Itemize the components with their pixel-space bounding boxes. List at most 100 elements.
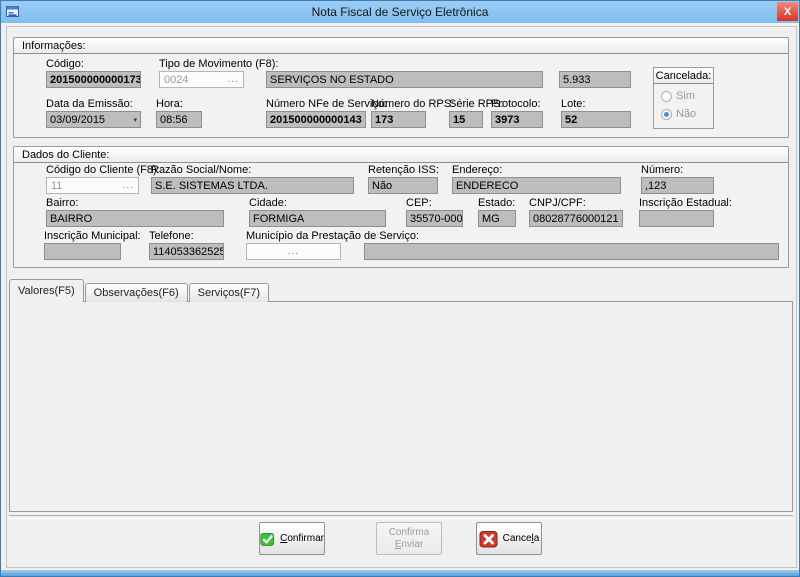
confirmar-button[interactable]: Confirmar <box>259 522 325 555</box>
hora-field-group: Hora: 08:56 <box>156 98 202 128</box>
protocolo-label: Protocolo: <box>491 98 543 110</box>
data-emissao-label: Data da Emissão: <box>46 98 141 110</box>
municipio-prestacao-desc-field <box>364 243 779 260</box>
estado-field-group: Estado: MG <box>478 197 516 227</box>
tipo-movimento-desc-field: SERVIÇOS NO ESTADO <box>266 71 543 88</box>
inscricao-estadual-field <box>639 210 714 227</box>
radio-sim-icon[interactable] <box>661 91 672 102</box>
cnpj-field: 08028776000121 <box>529 210 623 227</box>
codigo-cliente-field-group: Código do Cliente (F8): 11 ... <box>46 164 139 194</box>
check-icon <box>260 529 276 549</box>
nfe-label: Número NFe de Serviço: <box>266 98 366 110</box>
inscricao-municipal-field-group: Inscrição Municipal: <box>44 230 121 260</box>
footer-divider <box>9 515 793 519</box>
cidade-label: Cidade: <box>249 197 386 209</box>
cancela-label: Cancela <box>503 533 540 544</box>
confirmar-label: Confirmar <box>280 533 324 544</box>
endereco-field-group: Endereço: ENDERECO <box>452 164 621 194</box>
estado-field: MG <box>478 210 516 227</box>
cep-field: 35570-000 <box>406 210 463 227</box>
bairro-field-group: Bairro: BAIRRO <box>46 197 224 227</box>
inscricao-estadual-label: Inscrição Estadual: <box>639 197 714 209</box>
serie-rps-field-group: Série RPS: 15 <box>449 98 483 128</box>
radio-nao-icon[interactable] <box>661 109 672 120</box>
endereco-label: Endereço: <box>452 164 621 176</box>
tab-servicos[interactable]: Serviços(F7) <box>189 283 269 302</box>
confirma-enviar-button[interactable]: Confirma Enviar <box>376 522 442 555</box>
numero-label: Número: <box>641 164 714 176</box>
nfe-field: 201500000000143 <box>266 111 366 128</box>
codigo-cliente-lookup[interactable]: 11 ... <box>46 177 139 194</box>
cancelada-title: Cancelada: <box>654 68 713 84</box>
estado-label: Estado: <box>478 197 516 209</box>
window-title: Nota Fiscal de Serviço Eletrônica <box>312 5 489 19</box>
chevron-down-icon[interactable]: ▾ <box>133 116 137 124</box>
tipo-movimento-lookup[interactable]: 0024 ... <box>159 71 244 88</box>
valores-tab-panel <box>9 301 793 512</box>
app-icon <box>6 5 20 19</box>
telefone-field: 114053362525 <box>149 243 224 260</box>
informacoes-title: Informações: <box>14 38 788 54</box>
serie-rps-field: 15 <box>449 111 483 128</box>
cep-field-group: CEP: 35570-000 <box>406 197 463 227</box>
endereco-field: ENDERECO <box>452 177 621 194</box>
cancelada-group: Cancelada: Sim Não <box>653 67 714 129</box>
extra-value-group: 5.933 <box>559 71 631 88</box>
codigo-cliente-label: Código do Cliente (F8): <box>46 164 139 176</box>
rps-field: 173 <box>371 111 426 128</box>
ellipsis-icon[interactable]: ... <box>123 181 134 191</box>
tipo-movimento-field-group: Tipo de Movimento (F8): 0024 ... <box>159 58 244 88</box>
retencao-iss-label: Retenção ISS: <box>368 164 438 176</box>
extra-value-field: 5.933 <box>559 71 631 88</box>
codigo-label: Código: <box>46 58 141 70</box>
numero-field: ,123 <box>641 177 714 194</box>
bairro-label: Bairro: <box>46 197 224 209</box>
cep-label: CEP: <box>406 197 463 209</box>
telefone-field-group: Telefone: 114053362525 <box>149 230 224 260</box>
numero-field-group: Número: ,123 <box>641 164 714 194</box>
tab-bar: Valores(F5) Observações(F6) Serviços(F7) <box>9 279 270 302</box>
razao-social-field-group: Razão Social/Nome: S.E. SISTEMAS LTDA. <box>151 164 354 194</box>
inscricao-municipal-field <box>44 243 121 260</box>
rps-label: Número do RPS: <box>371 98 426 110</box>
radio-nao[interactable]: Não <box>661 108 713 120</box>
radio-nao-label: Não <box>676 108 696 120</box>
codigo-cliente-value: 11 <box>51 180 62 192</box>
retencao-iss-field: Não <box>368 177 438 194</box>
data-emissao-field-group: Data da Emissão: 03/09/2015 ▾ <box>46 98 141 128</box>
protocolo-field: 3973 <box>491 111 543 128</box>
razao-social-field: S.E. SISTEMAS LTDA. <box>151 177 354 194</box>
ellipsis-icon[interactable]: ... <box>288 247 299 257</box>
radio-sim[interactable]: Sim <box>661 90 713 102</box>
tab-observacoes[interactable]: Observações(F6) <box>85 283 188 302</box>
tipo-movimento-value: 0024 <box>164 74 188 86</box>
protocolo-field-group: Protocolo: 3973 <box>491 98 543 128</box>
codigo-field: 201500000000173 <box>46 71 141 88</box>
inscricao-estadual-field-group: Inscrição Estadual: <box>639 197 714 227</box>
data-emissao-value: 03/09/2015 <box>50 114 105 126</box>
cnpj-label: CNPJ/CPF: <box>529 197 623 209</box>
data-emissao-combo[interactable]: 03/09/2015 ▾ <box>46 111 141 128</box>
cidade-field: FORMIGA <box>249 210 386 227</box>
razao-social-label: Razão Social/Nome: <box>151 164 354 176</box>
close-icon[interactable]: X <box>777 2 798 21</box>
serie-rps-label: Série RPS: <box>449 98 483 110</box>
nfse-window: Nota Fiscal de Serviço Eletrônica X Info… <box>0 0 800 577</box>
tab-valores[interactable]: Valores(F5) <box>9 279 84 302</box>
titlebar: Nota Fiscal de Serviço Eletrônica X <box>1 1 799 23</box>
lote-field-group: Lote: 52 <box>561 98 631 128</box>
municipio-prestacao-field-group: Município da Prestação de Serviço: ... <box>246 230 341 260</box>
ellipsis-icon[interactable]: ... <box>228 75 239 85</box>
telefone-label: Telefone: <box>149 230 224 242</box>
hora-label: Hora: <box>156 98 202 110</box>
nfe-field-group: Número NFe de Serviço: 201500000000143 <box>266 98 366 128</box>
municipio-prestacao-lookup[interactable]: ... <box>246 243 341 260</box>
window-bottom-border <box>1 570 799 576</box>
tipo-movimento-desc-group: SERVIÇOS NO ESTADO <box>266 71 543 88</box>
municipio-prestacao-label: Município da Prestação de Serviço: <box>246 230 341 242</box>
x-icon <box>479 529 499 549</box>
dados-cliente-title: Dados do Cliente: <box>14 147 788 163</box>
lote-field: 52 <box>561 111 631 128</box>
cancela-button[interactable]: Cancela <box>476 522 542 555</box>
rps-field-group: Número do RPS: 173 <box>371 98 426 128</box>
